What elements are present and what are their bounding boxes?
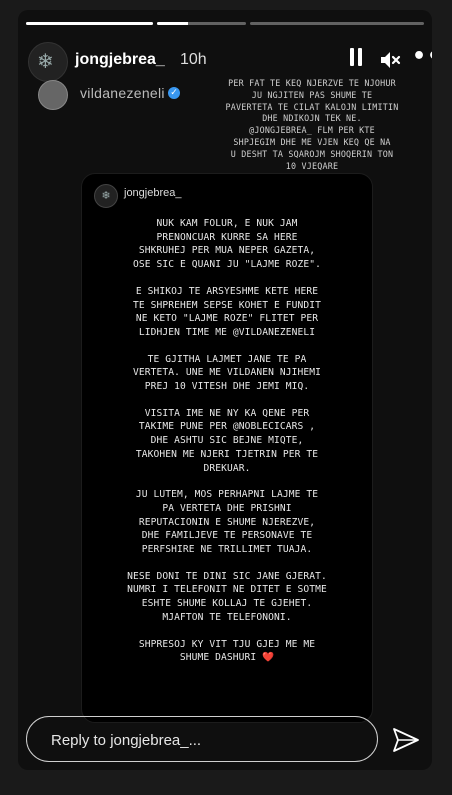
caption-line: U DESHT TA SQAROJM SHOQERIN TON <box>230 148 394 159</box>
card-line: SHPRESOJ KY VIT TJU GJEJ ME ME <box>138 638 316 650</box>
progress-segment <box>26 22 153 25</box>
card-line: TE SHPREHEM SEPSE KOHET E FUNDIT <box>132 299 322 311</box>
caption-line: SHPJEGIM DHE ME VJEN KEQ QE NA <box>233 136 391 147</box>
card-line: REPUTACIONIN E SHUME NJEREZVE, <box>138 516 316 528</box>
repost-avatar[interactable] <box>38 80 68 110</box>
story-progress <box>26 22 424 25</box>
card-line: VISITA IME NE NY KA QENE PER <box>144 407 310 419</box>
card-line: TAKOHEN ME NJERI TJETRIN PER TE <box>135 448 319 460</box>
progress-segment <box>250 22 424 25</box>
caption-line: JU NGJITEN PAS SHUME TE <box>251 89 373 100</box>
card-line: DHE ASHTU SIC BEJNE MIQTE, <box>150 435 304 447</box>
repost-username[interactable]: vildanezeneli <box>80 85 165 101</box>
card-line: SHUME DASHURI ❤️ <box>179 652 275 664</box>
more-icon[interactable]: ••• <box>412 44 432 69</box>
card-line: LIDHJEN TIME ME @VILDANEZENELI <box>138 326 316 338</box>
card-paragraph: JU LUTEM, MOS PERHAPNI LAJME TE PA VERTET… <box>96 488 358 557</box>
story-username[interactable]: jongjebrea_ <box>75 51 165 69</box>
card-line: MJAFTON TE TELEFONONI. <box>162 611 292 623</box>
card-paragraph: NESE DONI TE DINI SIC JANE GJERAT. NUMRI … <box>96 570 358 625</box>
card-line: PRENONCUAR KURRE SA HERE <box>156 231 298 243</box>
pause-icon[interactable] <box>350 48 366 70</box>
card-line: DREKUAR. <box>203 462 251 474</box>
card-line: NUK KAM FOLUR, E NUK JAM <box>156 218 298 229</box>
caption-line: 10 VJEQARE <box>285 160 339 171</box>
card-line: JU LUTEM, MOS PERHAPNI LAJME TE <box>135 489 319 501</box>
story-time: 10h <box>180 51 207 68</box>
avatar-image: ❄ <box>37 49 54 73</box>
send-icon[interactable] <box>391 726 421 754</box>
card-line: OSE SIC E QUANI JU "LAJME ROZE". <box>132 259 322 271</box>
heart-icon: ❤️ <box>256 652 275 664</box>
caption-line: PAVERTETA TE CILAT KALOJN LIMITIN <box>225 101 399 112</box>
repost-caption: PER FAT TE KEQ NJERZVE TE NJOHUR JU NGJIT… <box>212 78 412 172</box>
card-line: NESE DONI TE DINI SIC JANE GJERAT. <box>127 570 327 582</box>
card-line: VERTETA. UNE ME VILDANEN NJIHEMI <box>132 367 322 379</box>
caption-line: PER FAT TE KEQ NJERZVE TE NJOHUR <box>228 78 396 88</box>
card-line: PA VERTETA DHE PRISHNI <box>162 502 292 514</box>
reply-input[interactable] <box>49 729 353 751</box>
card-paragraph: SHPRESOJ KY VIT TJU GJEJ ME ME SHUME DASH… <box>96 638 358 665</box>
verified-badge-icon: ✓ <box>168 87 180 99</box>
card-line: NUMRI I TELEFONIT NE DITET E SOTME <box>127 584 327 596</box>
reply-field[interactable] <box>26 716 378 762</box>
card-username: jongjebrea_ <box>124 187 182 199</box>
shared-post-card[interactable]: ❄ jongjebrea_ NUK KAM FOLUR, E NUK JAM PR… <box>81 173 373 723</box>
card-paragraph: TE GJITHA LAJMET JANE TE PA VERTETA. UNE … <box>96 353 358 394</box>
card-line: TE GJITHA LAJMET JANE TE PA <box>147 353 307 365</box>
card-line: ESHTE SHUME KOLLAJ TE GJEHET. <box>141 598 313 610</box>
avatar[interactable]: ❄ <box>28 42 68 82</box>
card-paragraph: NUK KAM FOLUR, E NUK JAM PRENONCUAR KURRE… <box>96 217 358 272</box>
progress-fill <box>26 22 153 25</box>
progress-fill <box>156 22 189 25</box>
story-header: ❄ jongjebrea_ 10h ••• <box>28 42 432 82</box>
card-avatar: ❄ <box>94 184 118 208</box>
card-line: E SHIKOJ TE ARSYESHME KETE HERE <box>135 285 319 297</box>
card-line: DHE FAMILJEVE TE PERSONAVE TE <box>141 530 313 542</box>
story-viewer[interactable]: ❄ jongjebrea_ 10h ••• vildanezeneli ✓ PE… <box>18 10 432 770</box>
card-paragraph: E SHIKOJ TE ARSYESHME KETE HERE TE SHPREH… <box>96 285 358 340</box>
caption-line: DHE NDIKOJN TEK NE. <box>262 113 362 124</box>
card-line: NE KETO "LAJME ROZE" FLITET PER <box>135 313 319 325</box>
card-line: TAKIME PUNE PER @NOBLECICARS , <box>138 421 316 433</box>
card-text: NUK KAM FOLUR, E NUK JAM PRENONCUAR KURRE… <box>96 217 358 678</box>
mute-icon[interactable] <box>378 48 402 72</box>
card-line: PREJ 10 VITESH DHE JEMI MIQ. <box>144 381 310 393</box>
card-line: PERFSHIRE NE TRILLIMET TUAJA. <box>141 544 313 556</box>
card-paragraph: VISITA IME NE NY KA QENE PER TAKIME PUNE … <box>96 407 358 476</box>
caption-line: @JONGJEBREA_ FLM PER KTE <box>249 125 375 136</box>
card-line: SHKRUHEJ PER MUA NEPER GAZETA, <box>138 245 316 257</box>
progress-segment <box>156 22 247 25</box>
